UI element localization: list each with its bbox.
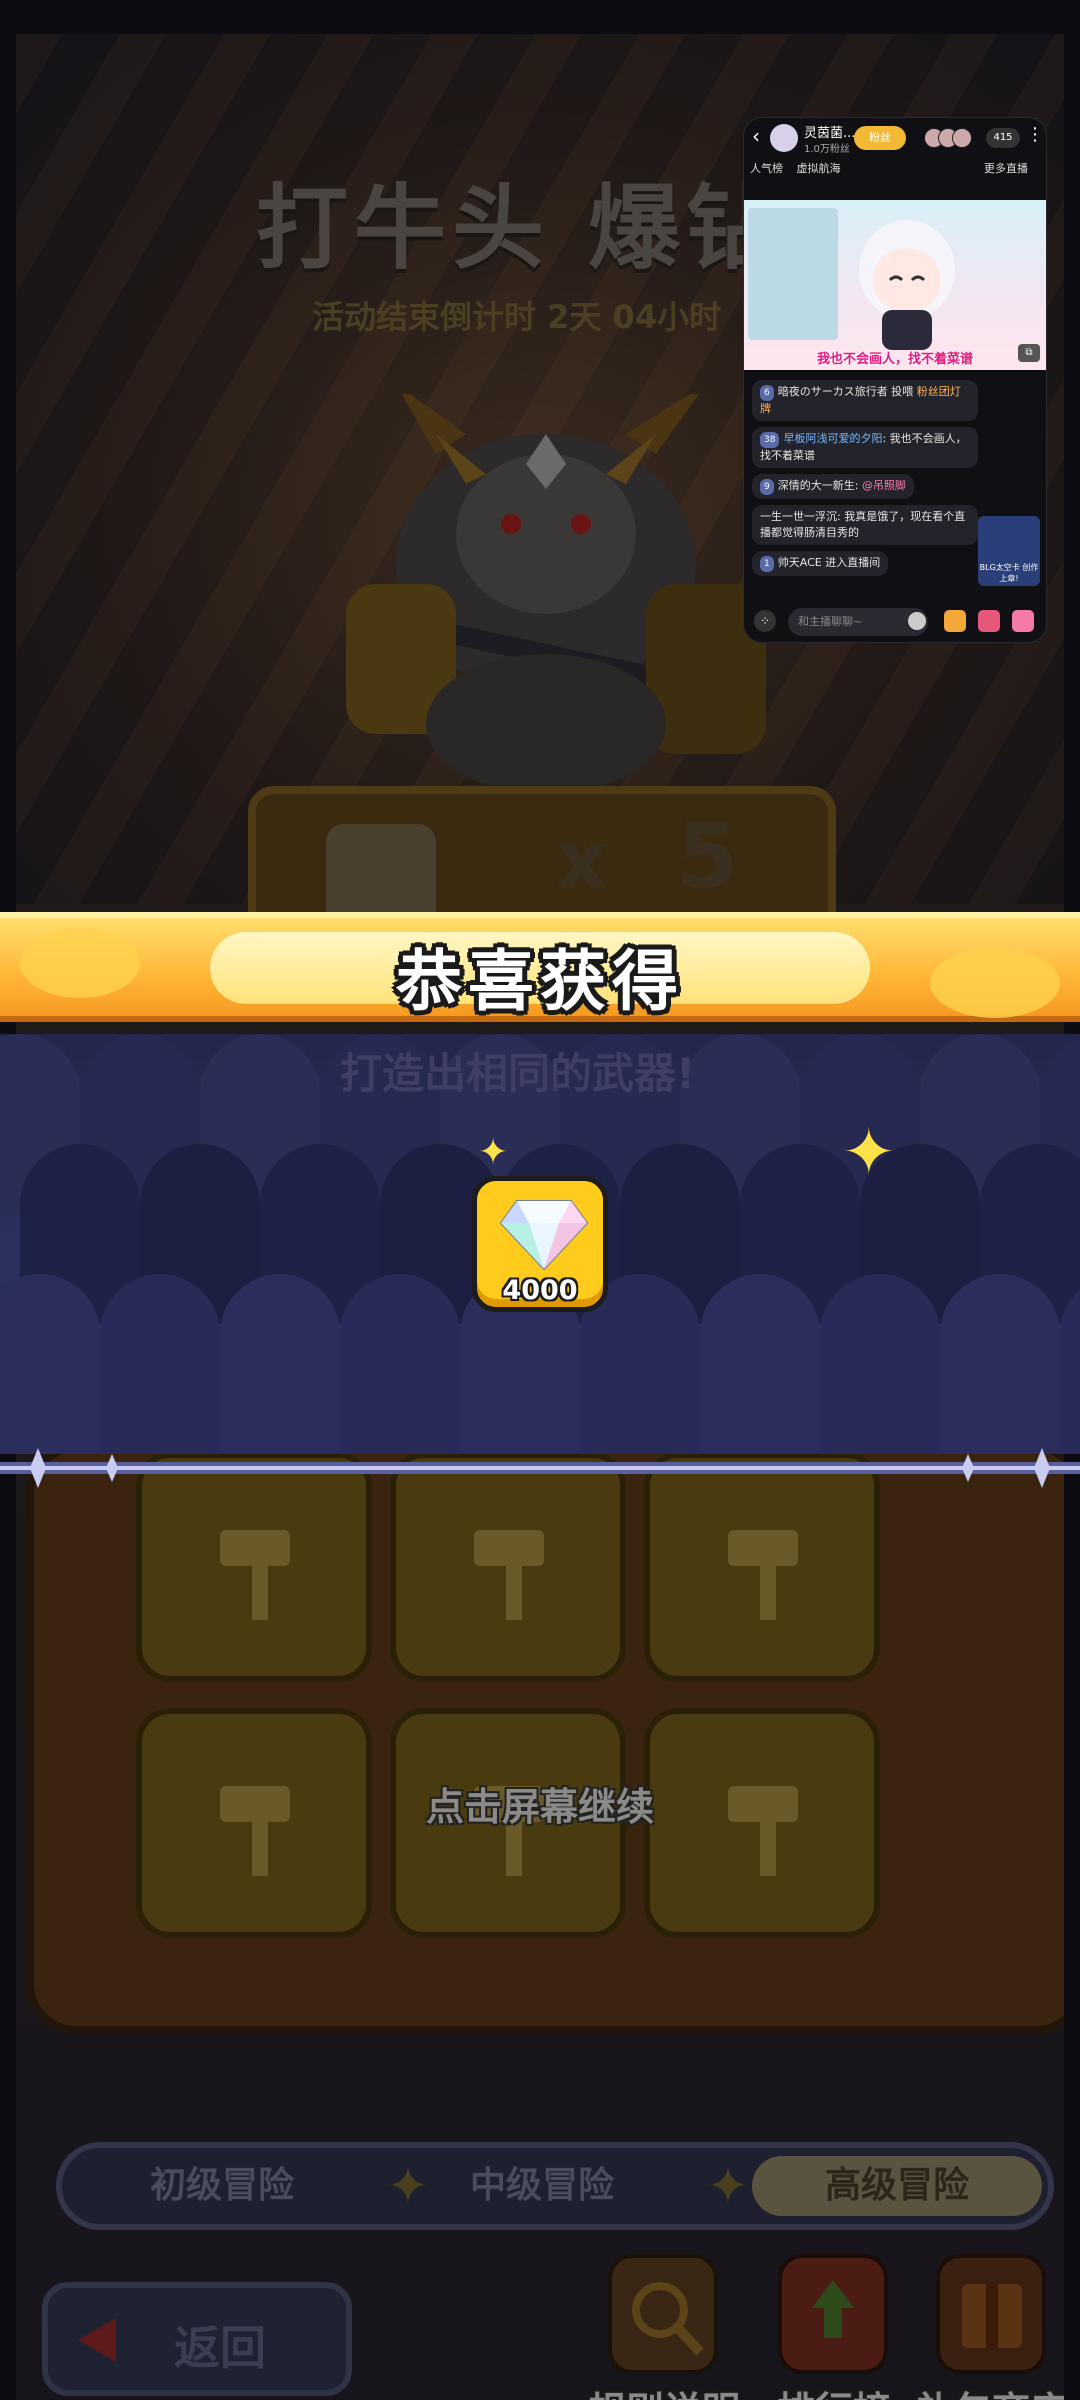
stream-side-panel xyxy=(748,208,838,340)
prize-times-sign: x xyxy=(556,814,608,907)
hammer-icon xyxy=(220,1530,290,1620)
tag-popularity[interactable]: 人气榜 xyxy=(750,162,783,175)
diamond-icon xyxy=(499,1200,589,1271)
chevron-left-icon[interactable]: ‹ xyxy=(752,126,760,146)
divider-rail xyxy=(0,1448,1080,1488)
viewer-avatars[interactable] xyxy=(924,128,972,152)
emoji-icon[interactable] xyxy=(908,612,926,630)
streamer-name: 灵茵菌... xyxy=(804,126,856,141)
leaderboard-button[interactable]: 排行榜 xyxy=(758,2254,918,2400)
chat-message: 38 早板阿浅可爱的夕阳: 我也不会画人，找不着菜谱 xyxy=(752,427,978,468)
gift-shop-button-label: 礼包商店 xyxy=(902,2380,1064,2400)
back-button[interactable]: 返回 xyxy=(42,2282,352,2396)
reward-item-card: 4000 xyxy=(472,1176,608,1312)
streamer-avatar[interactable] xyxy=(770,124,798,152)
prize-count: 5 xyxy=(676,804,739,909)
difficulty-selector: 初级冒险 ✦ 中级冒险 ✦ 高级冒险 xyxy=(56,2142,1054,2230)
live-header: ‹ 灵茵菌... 1.0万粉丝 粉丝 415 ⋮ xyxy=(744,118,1046,158)
follow-button[interactable]: 粉丝 xyxy=(854,126,906,150)
star-divider-icon: ✦ xyxy=(707,2157,749,2215)
chat-message: 9 深情的大一新生: @吊照脚 xyxy=(752,474,914,499)
live-video[interactable]: 我也不会画人，找不着菜谱 ⧉ xyxy=(744,200,1046,370)
rules-button[interactable]: 规则说明 xyxy=(588,2254,748,2400)
streamer-fans: 1.0万粉丝 xyxy=(804,144,850,155)
event-title: 打牛头 爆钻 xyxy=(256,175,785,282)
apps-grid-icon[interactable]: ⁘ xyxy=(754,610,776,632)
chat-input[interactable]: 和主播聊聊~ xyxy=(788,608,928,636)
gift-scroll-icon xyxy=(936,2254,1046,2374)
level-tab-beginner[interactable]: 初级冒险 xyxy=(102,2156,342,2216)
picture-in-picture-icon[interactable]: ⧉ xyxy=(1018,344,1040,362)
gift-shop-button[interactable]: 礼包商店 xyxy=(916,2254,1064,2400)
sparkle-icon: ✦ xyxy=(478,1132,509,1173)
vtuber-avatar-illustration xyxy=(859,220,955,350)
gift-box-icon[interactable] xyxy=(1012,610,1034,632)
level-tab-intermediate[interactable]: 中级冒险 xyxy=(422,2156,662,2216)
forge-hint-faded: 打造出相同的武器! xyxy=(340,1049,696,1098)
trophy-arrow-icon xyxy=(778,2254,888,2374)
promo-caption: BLG太空卡 创作上章! xyxy=(979,563,1039,583)
live-tags: 人气榜 虚拟航海 更多直播 xyxy=(750,160,1040,180)
bull-boss-illustration xyxy=(346,394,766,794)
hammer-icon xyxy=(474,1530,544,1620)
live-stream-floating-window[interactable]: ‹ 灵茵菌... 1.0万粉丝 粉丝 415 ⋮ 人气榜 虚拟航海 更多直播 我… xyxy=(744,118,1046,642)
tap-to-continue-hint[interactable]: 点击屏幕继续 xyxy=(0,1776,1080,1831)
chat-message: 一生一世一浮沉: 我真是饿了，现在看个直播都觉得肠清目秀的 xyxy=(752,505,978,545)
chat-message: 1 帅天ACE 进入直播间 xyxy=(752,551,889,576)
reward-amount: 4000 xyxy=(502,1275,578,1306)
cart-icon[interactable] xyxy=(944,610,966,632)
hammer-icon xyxy=(728,1530,798,1620)
back-arrow-icon xyxy=(78,2318,116,2362)
viewer-count[interactable]: 415 xyxy=(986,128,1020,148)
level-tab-advanced[interactable]: 高级冒险 xyxy=(752,2156,1042,2216)
back-button-label: 返回 xyxy=(174,2321,266,2375)
forge-grid-board xyxy=(26,1444,1064,2034)
reward-banner: 恭喜获得 xyxy=(0,912,1080,1022)
sparkle-icon: ✦ xyxy=(842,1116,896,1190)
tag-virtual-voyage[interactable]: 虚拟航海 xyxy=(797,162,841,175)
rules-button-label: 规则说明 xyxy=(574,2380,754,2400)
gift-heart-icon[interactable] xyxy=(978,610,1000,632)
more-options-icon[interactable]: ⋮ xyxy=(1026,124,1044,145)
chat-message: 6 暗夜のサーカス旅行者 投喂 粉丝团灯牌 xyxy=(752,380,978,421)
magnifier-icon xyxy=(608,2254,718,2374)
video-caption: 我也不会画人，找不着菜谱 xyxy=(816,352,973,367)
promo-banner[interactable]: BLG太空卡 创作上章! xyxy=(978,516,1040,586)
event-countdown: 活动结束倒计时 2天 04小时 xyxy=(312,298,722,336)
live-bottom-bar: ⁘ 和主播聊聊~ xyxy=(744,602,1046,642)
reward-banner-title: 恭喜获得 xyxy=(396,943,684,1020)
more-live-link[interactable]: 更多直播 xyxy=(984,160,1028,176)
leaderboard-button-label: 排行榜 xyxy=(744,2380,924,2400)
